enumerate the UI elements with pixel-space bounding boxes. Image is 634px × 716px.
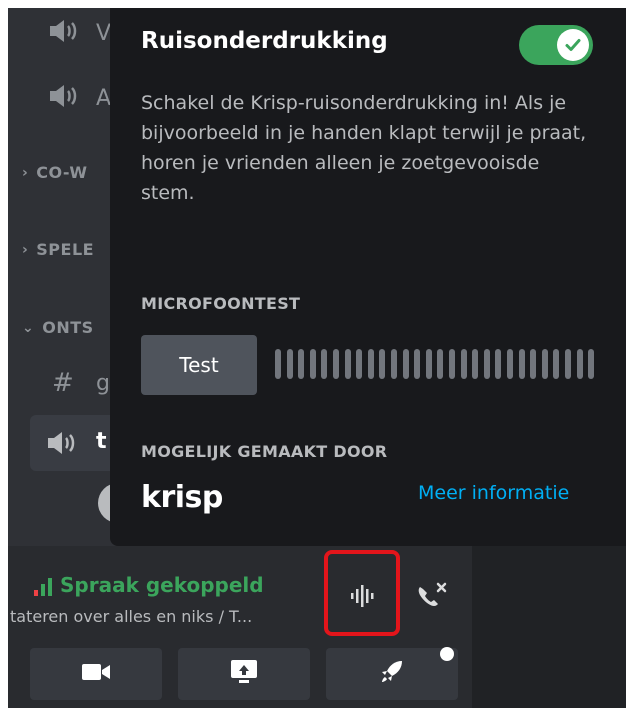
meter-bar <box>333 349 339 379</box>
meter-bar <box>298 349 305 379</box>
chevron-right-icon: › <box>22 241 29 258</box>
meter-bar <box>460 349 467 379</box>
more-info-link[interactable]: Meer informatie <box>418 482 569 504</box>
chevron-right-icon: › <box>22 164 29 181</box>
category-spele[interactable]: › SPELE <box>22 240 94 259</box>
meter-bar <box>286 349 293 379</box>
krisp-logo: krisp <box>141 480 223 515</box>
meter-bar <box>472 349 479 379</box>
meter-bar <box>541 349 548 379</box>
meter-bar <box>576 349 583 379</box>
meter-bar <box>518 349 525 379</box>
meter-bar <box>344 349 351 379</box>
category-co-w[interactable]: › CO-W <box>22 163 88 182</box>
meter-bar <box>553 349 560 379</box>
meter-bar <box>402 349 409 379</box>
meter-bar <box>530 349 537 379</box>
meter-bar <box>321 349 328 379</box>
meter-bar <box>483 349 490 379</box>
text-channel-label: g <box>96 370 110 396</box>
meter-bar <box>495 349 502 379</box>
meter-bar <box>507 349 513 379</box>
meter-bar <box>367 349 374 379</box>
speaker-icon <box>46 430 76 460</box>
category-label: CO-W <box>36 163 88 182</box>
category-label: SPELE <box>36 240 95 259</box>
camera-icon <box>81 661 111 687</box>
speaker-icon <box>48 18 78 48</box>
rocket-icon <box>378 658 406 690</box>
category-onts[interactable]: ⌄ ONTS <box>22 318 94 337</box>
notification-dot <box>440 647 454 661</box>
red-annotation-box <box>324 550 400 636</box>
voice-channel-name[interactable]: tateren over alles en niks / T... <box>10 607 310 626</box>
active-voice-label: t <box>96 429 107 454</box>
noise-suppression-popup: Ruisonderdrukking Schakel de Krisp-ruiso… <box>110 8 626 546</box>
meter-bar <box>425 349 432 379</box>
mic-test-button[interactable]: Test <box>141 335 257 395</box>
voice-channel-label: V <box>96 20 112 46</box>
meter-bar <box>437 349 444 379</box>
screen-share-icon <box>230 659 258 689</box>
check-icon <box>557 29 589 61</box>
speaker-icon <box>48 83 78 113</box>
noise-suppression-toggle[interactable] <box>519 25 593 65</box>
voice-status: Spraak gekoppeld <box>60 573 264 597</box>
signal-strength-icon <box>34 577 54 601</box>
meter-bar <box>449 349 455 379</box>
mic-test-heading: MICROFOONTEST <box>141 294 301 313</box>
meter-bar <box>391 349 397 379</box>
meter-bar <box>414 349 421 379</box>
disconnect-button[interactable] <box>406 574 456 622</box>
category-label: ONTS <box>42 318 94 337</box>
voice-connection-panel: Spraak gekoppeld tateren over alles en n… <box>8 546 472 708</box>
activities-button[interactable] <box>326 648 458 700</box>
meter-bar <box>275 349 281 379</box>
hashtag-icon: # <box>52 368 74 398</box>
popup-title: Ruisonderdrukking <box>141 28 388 54</box>
powered-by-heading: MOGELIJK GEMAAKT DOOR <box>141 442 388 461</box>
meter-bar <box>588 349 595 379</box>
meter-bar <box>309 349 316 379</box>
meter-bar <box>379 349 386 379</box>
meter-bar <box>565 349 571 379</box>
screen-share-button[interactable] <box>178 648 310 700</box>
phone-hangup-icon <box>414 581 448 615</box>
meter-bar <box>356 349 363 379</box>
chevron-down-icon: ⌄ <box>22 319 35 336</box>
popup-description: Schakel de Krisp-ruisonderdrukking in! A… <box>141 92 587 204</box>
voice-channel-label: A <box>96 85 112 111</box>
discord-window: V A › CO-W › SPELE ⌄ ONTS # g t Ruisonde… <box>8 8 626 708</box>
video-button[interactable] <box>30 648 162 700</box>
